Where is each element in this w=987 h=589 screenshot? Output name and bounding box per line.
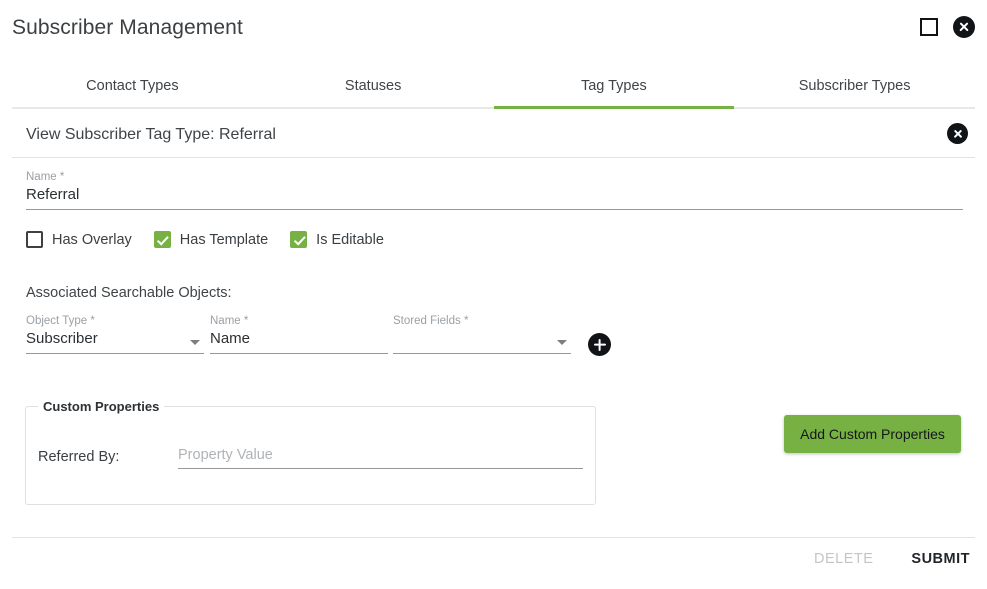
- footer-actions: DELETE SUBMIT: [814, 551, 970, 567]
- name-field-value: Referral: [26, 186, 80, 203]
- object-type-value: Subscriber: [26, 330, 98, 347]
- flags-checkbox-group: Has Overlay Has Template Is Editable: [26, 231, 384, 248]
- name-field-label: Name *: [26, 171, 65, 183]
- window-titlebar: Subscriber Management: [0, 0, 987, 62]
- associated-name-value: Name: [210, 330, 251, 347]
- tab-subscriber-types[interactable]: Subscriber Types: [734, 66, 975, 107]
- tab-label: Contact Types: [86, 78, 179, 94]
- chevron-down-icon: [190, 340, 200, 345]
- associated-name-label: Name *: [210, 315, 249, 327]
- section-header: View Subscriber Tag Type: Referral: [12, 119, 975, 158]
- section-title: View Subscriber Tag Type: Referral: [26, 126, 276, 143]
- window-controls: [920, 16, 975, 38]
- object-type-label: Object Type *: [26, 315, 95, 327]
- tab-label: Tag Types: [580, 78, 647, 94]
- custom-property-input[interactable]: Property Value: [178, 446, 583, 469]
- stored-fields-value: [393, 328, 571, 350]
- subscriber-management-window: Subscriber Management Contact Types Stat…: [0, 0, 987, 589]
- object-type-select[interactable]: Object Type * Subscriber: [26, 314, 204, 354]
- associated-name-input[interactable]: Name * Name: [210, 314, 388, 354]
- associated-objects-row: Object Type * Subscriber Name * Name Sto…: [26, 314, 626, 360]
- checkbox-has-template[interactable]: Has Template: [153, 231, 269, 248]
- tab-contact-types[interactable]: Contact Types: [12, 66, 253, 107]
- field-underline: [393, 352, 571, 354]
- custom-property-placeholder: Property Value: [178, 447, 273, 463]
- checkbox-label: Is Editable: [316, 231, 384, 248]
- custom-properties-legend: Custom Properties: [43, 399, 160, 414]
- field-underline: [26, 208, 963, 210]
- checkbox-label: Has Overlay: [52, 231, 132, 248]
- tab-label: Statuses: [344, 78, 402, 94]
- checkbox-is-editable[interactable]: Is Editable: [290, 231, 384, 248]
- tab-bar: Contact Types Statuses Tag Types Subscri…: [12, 66, 975, 109]
- checkbox-check-icon: [290, 231, 308, 248]
- field-underline: [26, 352, 204, 354]
- checkbox-check-icon: [153, 231, 171, 248]
- checkbox-has-overlay[interactable]: Has Overlay: [26, 231, 132, 248]
- checkbox-box-unchecked-icon: [26, 231, 43, 248]
- name-field[interactable]: Name * Referral: [26, 170, 963, 210]
- submit-button[interactable]: SUBMIT: [911, 551, 970, 567]
- checkbox-label: Has Template: [179, 231, 269, 248]
- stored-fields-label: Stored Fields *: [393, 315, 469, 327]
- associated-objects-title: Associated Searchable Objects:: [26, 285, 232, 301]
- custom-property-row: Referred By: Property Value: [38, 446, 583, 469]
- square-icon[interactable]: [920, 18, 938, 36]
- add-searchable-object-button[interactable]: [588, 333, 611, 356]
- custom-property-label: Referred By:: [38, 449, 120, 465]
- delete-button[interactable]: DELETE: [814, 551, 873, 567]
- footer-divider: [12, 537, 975, 538]
- close-icon[interactable]: [953, 16, 975, 38]
- tab-tag-types[interactable]: Tag Types: [493, 66, 735, 109]
- section-close-icon[interactable]: [947, 123, 968, 144]
- custom-properties-fieldset: Custom Properties Referred By: Property …: [25, 399, 596, 505]
- page-title: Subscriber Management: [12, 16, 243, 39]
- tab-label: Subscriber Types: [798, 78, 911, 94]
- tab-statuses[interactable]: Statuses: [253, 66, 494, 107]
- stored-fields-select[interactable]: Stored Fields *: [393, 314, 571, 354]
- field-underline: [210, 352, 388, 354]
- add-custom-properties-button[interactable]: Add Custom Properties: [784, 415, 961, 453]
- chevron-down-icon: [557, 340, 567, 345]
